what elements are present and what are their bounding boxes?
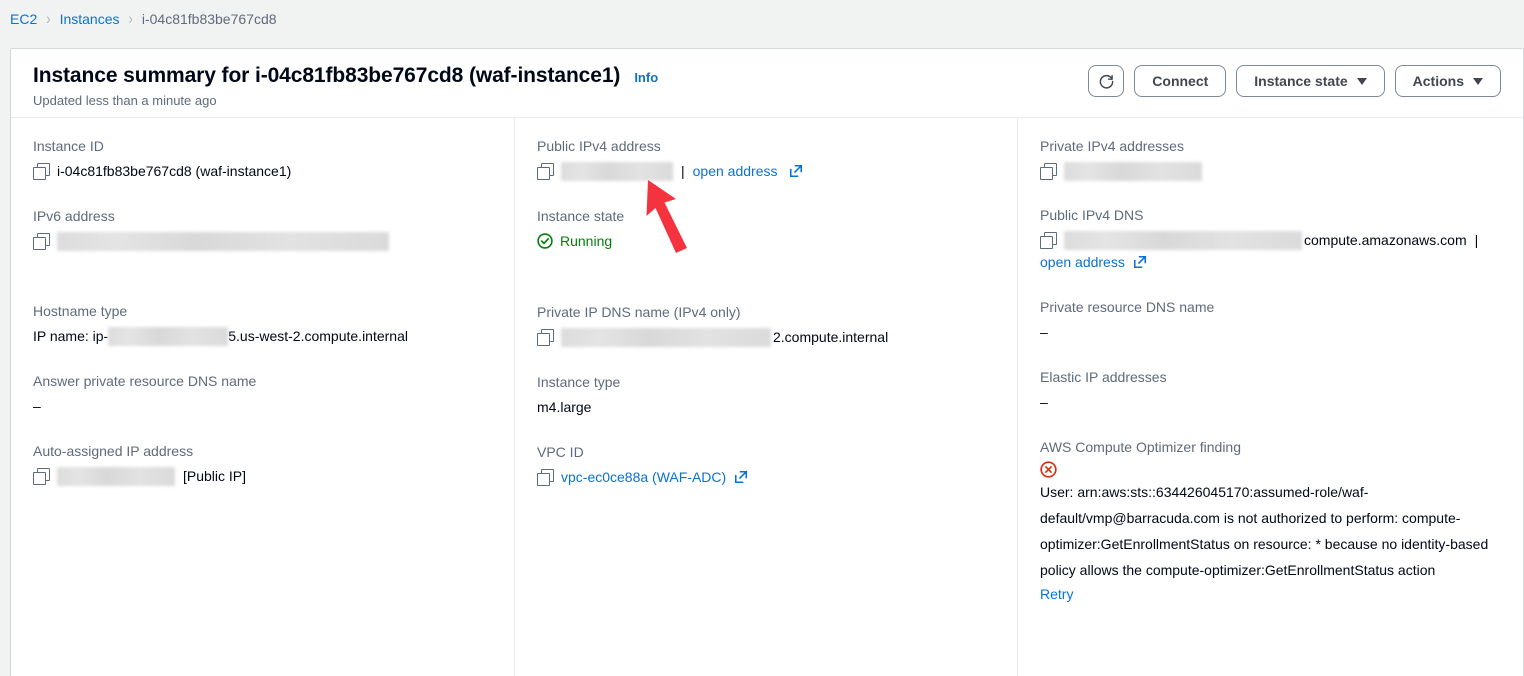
connect-button[interactable]: Connect [1134,65,1227,97]
header-actions: Connect Instance state Actions [1088,65,1501,97]
separator-pipe: | [681,163,685,179]
page-root: EC2 › Instances › i-04c81fb83be767cd8 In… [0,0,1524,676]
column-right: Private IPv4 addresses Public IPv4 DNS c… [1017,118,1524,676]
open-address-link[interactable]: open address [693,160,778,182]
field-label: IPv6 address [33,208,115,224]
field-private-ipv4-addresses: Private IPv4 addresses [1040,136,1503,181]
instance-id-value: i-04c81fb83be767cd8 (waf-instance1) [57,163,292,179]
hostname-prefix: IP name: ip- [33,328,109,344]
external-link-icon[interactable] [1133,255,1147,269]
copy-icon[interactable] [1040,232,1057,249]
field-instance-id: Instance ID i-04c81fb83be767cd8 (waf-ins… [33,136,492,182]
field-value-empty: – [1040,394,1048,410]
field-label: Private IPv4 addresses [1040,138,1184,154]
info-link[interactable]: Info [634,70,658,85]
status-badge: Running [560,233,613,249]
redacted-value [108,327,229,346]
chevron-down-icon [1356,77,1367,85]
public-dns-suffix: compute.amazonaws.com [1304,232,1467,248]
retry-link[interactable]: Retry [1040,586,1073,602]
actions-button-label: Actions [1412,73,1464,89]
copy-icon[interactable] [537,163,554,180]
field-label: Public IPv4 DNS [1040,207,1144,223]
field-label: Private resource DNS name [1040,299,1215,315]
connect-button-label: Connect [1152,73,1209,89]
breadcrumb: EC2 › Instances › i-04c81fb83be767cd8 [10,9,277,29]
chevron-down-icon [1473,77,1483,85]
field-label: Auto-assigned IP address [33,443,194,459]
breadcrumb-separator-icon: › [128,9,133,28]
field-compute-optimizer-finding: AWS Compute Optimizer finding User: arn:… [1040,437,1503,605]
field-instance-type: Instance type m4.large [537,372,995,418]
field-value-empty: – [33,398,41,414]
instance-type-value: m4.large [537,399,592,415]
field-auto-assigned-ip-address: Auto-assigned IP address [Public IP] [33,441,492,487]
field-label: Public IPv4 address [537,138,661,154]
field-label: AWS Compute Optimizer finding [1040,439,1241,455]
copy-icon[interactable] [33,468,50,485]
copy-icon[interactable] [33,163,50,180]
field-label: Instance type [537,374,621,390]
compute-optimizer-error-text: User: arn:aws:sts::634426045170:assumed-… [1040,484,1489,578]
field-answer-private-resource-dns-name: Answer private resource DNS name – [33,371,492,417]
copy-icon[interactable] [33,233,50,250]
actions-button[interactable]: Actions [1394,65,1501,97]
copy-icon[interactable] [1040,163,1057,180]
field-label: Private IP DNS name (IPv4 only) [537,304,741,320]
breadcrumb-item-instances[interactable]: Instances [60,9,120,29]
private-ip-dns-suffix: 2.compute.internal [773,329,889,345]
column-left: Instance ID i-04c81fb83be767cd8 (waf-ins… [11,118,514,676]
external-link-icon[interactable] [789,162,803,178]
instance-state-button-label: Instance state [1254,73,1348,89]
summary-columns: Instance ID i-04c81fb83be767cd8 (waf-ins… [11,118,1523,676]
redacted-value [57,467,175,486]
redacted-value [57,232,389,251]
card-header: Instance summary for i-04c81fb83be767cd8… [11,49,1523,118]
open-address-link[interactable]: open address [1040,254,1125,270]
field-label: Answer private resource DNS name [33,373,257,389]
field-public-ipv4-dns: Public IPv4 DNS compute.amazonaws.com | … [1040,205,1503,273]
breadcrumb-item-current: i-04c81fb83be767cd8 [141,11,277,27]
error-circle-icon [1040,461,1057,478]
separator-pipe: | [1474,232,1479,248]
field-value-empty: – [1040,324,1048,340]
instance-state-button[interactable]: Instance state [1236,65,1385,97]
field-private-ip-dns-name: Private IP DNS name (IPv4 only) 2.comput… [537,302,995,348]
field-elastic-ip-addresses: Elastic IP addresses – [1040,367,1503,413]
refresh-icon [1099,74,1114,89]
redacted-value [561,162,673,181]
column-middle: Public IPv4 address | open address Insta… [514,118,1017,676]
field-vpc-id: VPC ID vpc-ec0ce88a (WAF-ADC) [537,442,995,488]
breadcrumb-item-ec2[interactable]: EC2 [10,9,37,29]
refresh-button[interactable] [1088,65,1125,97]
field-instance-state: Instance state Running [537,206,995,252]
field-label: Instance state [537,208,625,224]
redacted-value [1064,162,1202,181]
hostname-suffix: 5.us-west-2.compute.internal [228,328,408,344]
external-link-icon[interactable] [734,468,748,484]
field-private-resource-dns-name: Private resource DNS name – [1040,297,1503,343]
field-hostname-type: Hostname type IP name: ip- 5.us-west-2.c… [33,301,492,347]
redacted-value [1064,231,1302,250]
vpc-id-link[interactable]: vpc-ec0ce88a (WAF-ADC) [561,466,726,488]
breadcrumb-separator-icon: › [46,9,51,28]
auto-assigned-ip-suffix: [Public IP] [183,468,247,484]
field-public-ipv4-address: Public IPv4 address | open address [537,136,995,182]
redacted-value [561,328,771,347]
check-circle-icon [537,233,553,249]
copy-icon[interactable] [537,329,554,346]
field-label: Instance ID [33,138,104,154]
field-label: Elastic IP addresses [1040,369,1167,385]
page-title: Instance summary for i-04c81fb83be767cd8… [33,64,621,87]
field-label: VPC ID [537,444,584,460]
copy-icon[interactable] [537,469,554,486]
field-ipv6-address: IPv6 address [33,206,492,251]
field-label: Hostname type [33,303,128,319]
instance-summary-card: Instance summary for i-04c81fb83be767cd8… [10,48,1524,676]
